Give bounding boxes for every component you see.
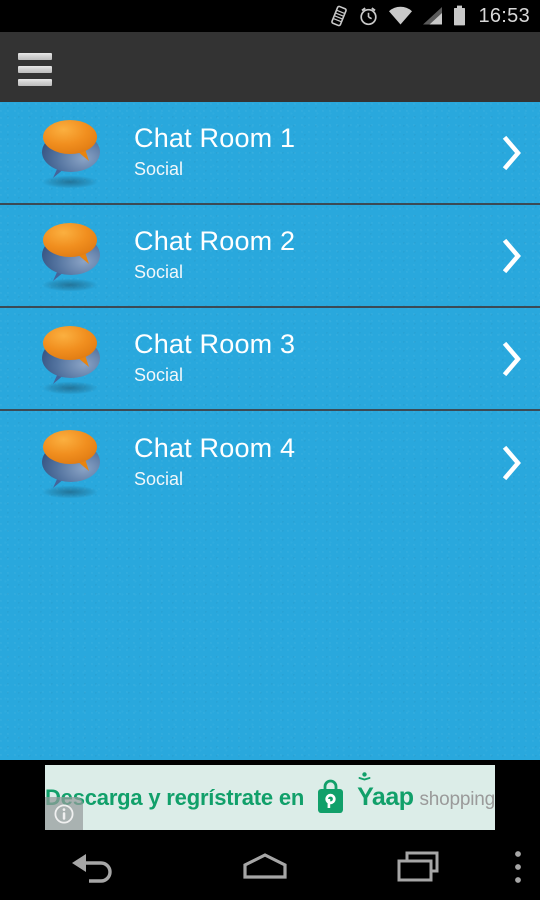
hamburger-bar-3 <box>18 79 52 86</box>
ad-brand-name: Yaap <box>357 783 414 811</box>
ad-brand-sub: shopping <box>419 789 496 810</box>
list-item-text: Chat Room 3 Social <box>134 328 484 389</box>
list-item-subtitle: Social <box>134 159 184 179</box>
ad-headline: Descarga y regrístrate en <box>45 784 305 810</box>
list-item-text: Chat Room 4 Social <box>134 432 484 493</box>
list-item[interactable]: Chat Room 2 Social <box>0 205 540 308</box>
android-screen: 16:53 Chat Room 1 Social Chat Room 2 Soc… <box>0 0 540 900</box>
status-clock: 16:53 <box>478 5 530 27</box>
chat-bubbles-icon <box>30 115 114 191</box>
list-item-text: Chat Room 1 Social <box>134 122 484 183</box>
ad-info-icon[interactable] <box>45 797 83 830</box>
back-arrow-icon <box>71 854 112 883</box>
nav-home-button[interactable] <box>185 834 345 900</box>
list-item-subtitle: Social <box>134 469 184 489</box>
chat-bubbles-icon <box>30 425 114 501</box>
home-icon <box>243 853 287 879</box>
overflow-menu-icon <box>514 851 521 883</box>
ad-bar: Descarga y regrístrate en Yaap shopping <box>0 760 540 834</box>
list-item-subtitle: Social <box>134 365 184 385</box>
alarm-icon <box>360 7 378 26</box>
person-figure-icon <box>358 772 371 781</box>
list-item[interactable]: Chat Room 1 Social <box>0 102 540 205</box>
list-item-text: Chat Room 2 Social <box>134 225 484 286</box>
list-item-title: Chat Room 1 <box>134 123 296 153</box>
chevron-right-icon[interactable] <box>484 236 540 276</box>
nav-overflow-button[interactable] <box>495 834 540 900</box>
navigation-bar <box>0 834 540 900</box>
chevron-right-icon[interactable] <box>484 443 540 483</box>
list-item[interactable]: Chat Room 4 Social <box>0 411 540 514</box>
shopping-bag-icon <box>318 779 344 813</box>
chat-room-list: Chat Room 1 Social Chat Room 2 Social Ch… <box>0 102 540 760</box>
app-bar <box>0 32 540 102</box>
chevron-right-icon[interactable] <box>484 133 540 173</box>
ad-brand-wrap: Yaap shopping <box>357 772 496 812</box>
hamburger-bar-2 <box>18 66 52 73</box>
cellular-signal-icon <box>423 7 443 25</box>
wifi-icon <box>389 6 413 25</box>
ad-content: Descarga y regrístrate en Yaap shopping <box>45 772 496 816</box>
hamburger-menu-icon[interactable] <box>18 48 54 86</box>
chevron-right-icon[interactable] <box>484 339 540 379</box>
list-item-title: Chat Room 3 <box>134 329 296 359</box>
list-item[interactable]: Chat Room 3 Social <box>0 308 540 411</box>
recent-apps-icon <box>397 851 439 882</box>
vibrate-icon <box>331 5 348 27</box>
advertisement-banner[interactable]: Descarga y regrístrate en Yaap shopping <box>45 765 495 830</box>
chat-bubbles-icon <box>30 218 114 294</box>
list-item-title: Chat Room 4 <box>134 433 296 463</box>
hamburger-bar-1 <box>18 53 52 60</box>
chat-bubbles-icon <box>30 321 114 397</box>
status-bar: 16:53 <box>0 0 540 32</box>
list-item-subtitle: Social <box>134 262 184 282</box>
battery-icon <box>454 5 466 26</box>
list-item-title: Chat Room 2 <box>134 226 296 256</box>
nav-back-button[interactable] <box>0 834 185 900</box>
nav-recents-button[interactable] <box>345 834 495 900</box>
